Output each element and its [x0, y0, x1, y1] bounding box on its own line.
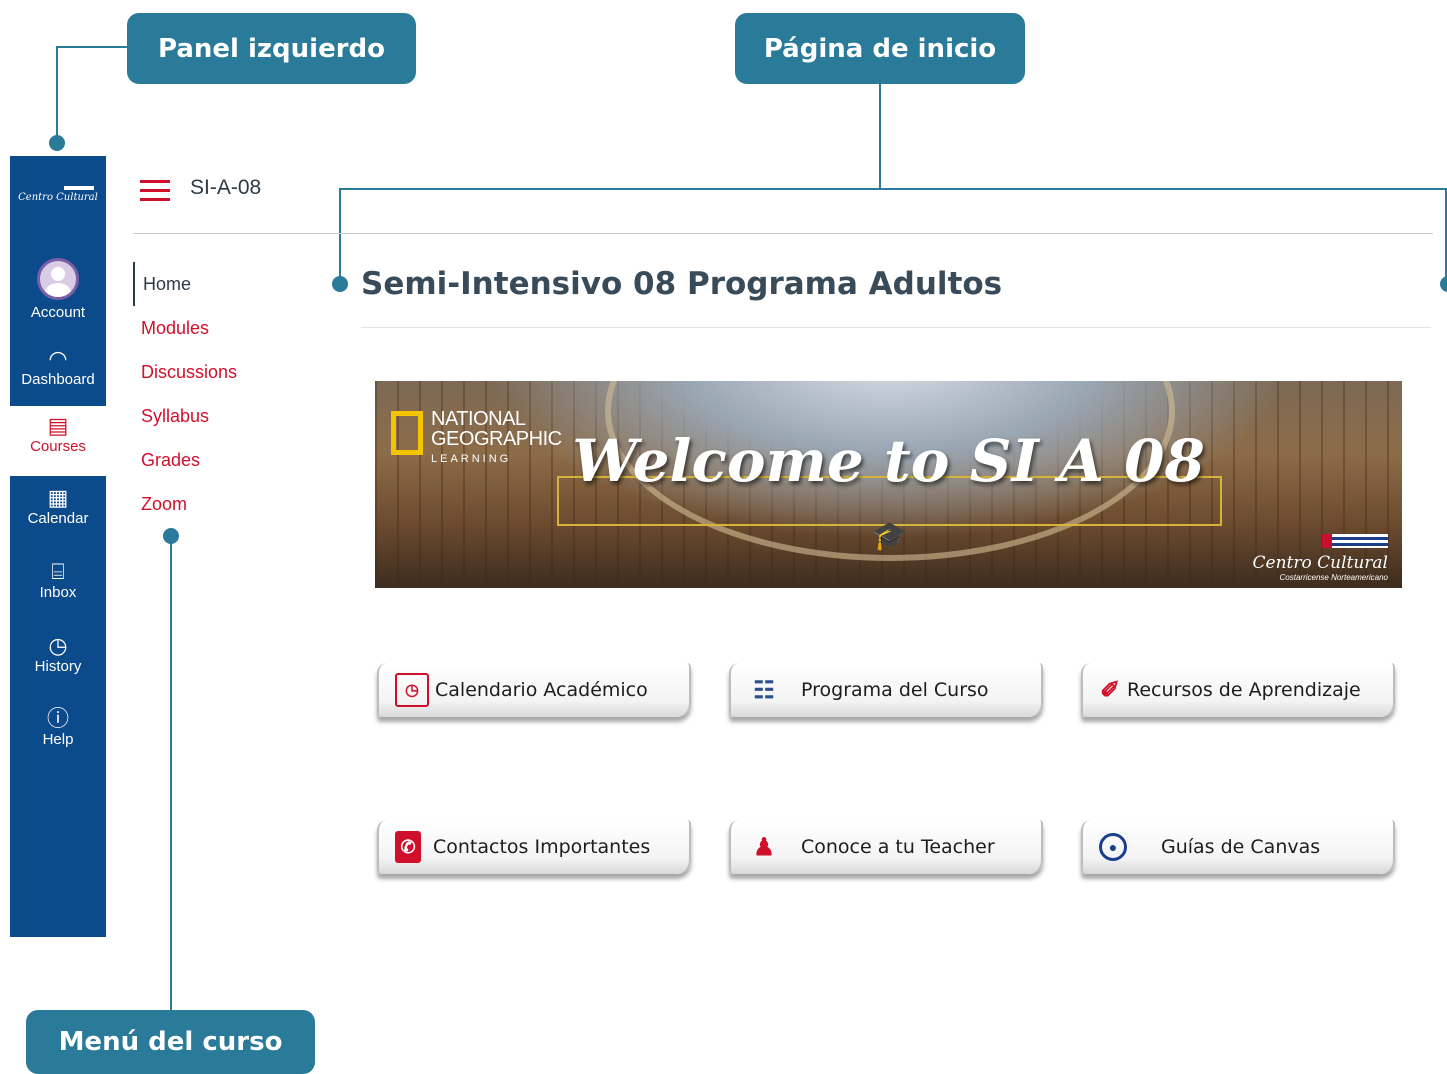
conoce-a-tu-teacher-button[interactable]: ♟ Conoce a tu Teacher	[729, 820, 1043, 874]
school-name: Centro Cultural	[1252, 553, 1389, 573]
button-label: Calendario Académico	[435, 679, 648, 701]
global-nav-label: Help	[42, 731, 74, 748]
callout-line	[879, 84, 881, 189]
callout-dot	[49, 135, 65, 151]
callout-left-panel: Panel izquierdo	[127, 13, 416, 84]
school-subtitle: Costarricense Norteamericano	[1279, 573, 1389, 582]
global-navigation: Centro Cultural Account ◠ Dashboard ▤ Co…	[10, 156, 106, 937]
natgeo-line1: NATIONAL	[431, 408, 526, 430]
school-logo[interactable]: Centro Cultural	[16, 186, 100, 212]
callout-course-menu: Menú del curso	[26, 1010, 315, 1074]
callout-line	[339, 188, 341, 280]
welcome-banner: NATIONAL GEOGRAPHIC LEARNING Welcome to …	[375, 381, 1402, 588]
phone-icon: ✆	[395, 831, 421, 863]
graduation-cap-icon: 🎓	[872, 520, 907, 551]
global-nav-label: Courses	[30, 438, 86, 455]
courses-icon: ▤	[47, 413, 69, 438]
dashboard-icon: ◠	[48, 346, 68, 371]
button-label: Contactos Importantes	[433, 836, 651, 858]
callout-line	[56, 46, 58, 142]
history-icon: ◷	[48, 633, 68, 658]
breadcrumb[interactable]: SI-A-08	[190, 176, 261, 200]
centro-cultural-logo: Centro Cultural Costarricense Norteameri…	[1252, 534, 1389, 582]
hamburger-menu-icon[interactable]	[140, 180, 170, 202]
teacher-icon: ♟	[753, 833, 775, 861]
calendario-academico-button[interactable]: ◷ Calendario Académico	[377, 663, 691, 717]
global-nav-calendar[interactable]: ▦ Calendar	[10, 485, 106, 528]
inbox-icon: ⌸	[51, 559, 65, 584]
button-label: Programa del Curso	[801, 679, 989, 701]
account-avatar	[37, 258, 79, 300]
logo-text: Centro Cultural	[18, 192, 98, 203]
welcome-text: Welcome to SI A 08	[572, 427, 1205, 495]
recursos-de-aprendizaje-button[interactable]: ✐ Recursos de Aprendizaje	[1081, 663, 1395, 717]
global-nav-dashboard[interactable]: ◠ Dashboard	[10, 347, 106, 405]
contactos-importantes-button[interactable]: ✆ Contactos Importantes	[377, 820, 691, 874]
global-nav-label: Dashboard	[21, 371, 95, 388]
global-nav-courses[interactable]: ▤ Courses	[10, 406, 106, 476]
flag-icon	[1322, 534, 1388, 548]
course-menu-syllabus[interactable]: Syllabus	[133, 394, 333, 438]
course-menu-discussions[interactable]: Discussions	[133, 350, 333, 394]
header-divider	[133, 233, 1433, 234]
button-label: Recursos de Aprendizaje	[1127, 679, 1361, 701]
page: Panel izquierdo Página de inicio Menú de…	[0, 0, 1447, 1074]
global-nav-help[interactable]: ⓘ Help	[10, 706, 106, 749]
callout-dot	[332, 276, 348, 292]
help-icon: ⓘ	[46, 706, 69, 731]
paperclip-icon: ✐	[1099, 676, 1121, 704]
button-label: Conoce a tu Teacher	[801, 836, 995, 858]
clipboard-icon: ☷	[753, 676, 775, 704]
search-guide-icon: ●	[1099, 833, 1127, 861]
title-divider	[361, 327, 1431, 328]
global-nav-label: Account	[30, 304, 86, 321]
course-menu-grades[interactable]: Grades	[133, 438, 333, 482]
global-nav-account[interactable]: Account	[10, 258, 106, 321]
callout-dot	[1440, 276, 1447, 292]
button-label: Guías de Canvas	[1161, 836, 1321, 858]
logo-bars	[64, 186, 94, 190]
global-nav-history[interactable]: ◷ History	[10, 633, 106, 676]
programa-del-curso-button[interactable]: ☷ Programa del Curso	[729, 663, 1043, 717]
callout-dot	[163, 528, 179, 544]
callout-line	[170, 536, 172, 1011]
callout-home-page: Página de inicio	[735, 13, 1025, 84]
global-nav-inbox[interactable]: ⌸ Inbox	[10, 559, 106, 602]
global-nav-label: Calendar	[27, 510, 89, 527]
guias-de-canvas-button[interactable]: ● Guías de Canvas	[1081, 820, 1395, 874]
calendar-icon: ▦	[47, 485, 69, 510]
course-menu: Home Modules Discussions Syllabus Grades…	[133, 262, 333, 526]
calendar-icon: ◷	[395, 673, 429, 707]
global-nav-label: History	[34, 658, 82, 675]
global-nav-label: Inbox	[39, 584, 77, 601]
page-title: Semi-Intensivo 08 Programa Adultos	[361, 266, 1003, 302]
callout-line	[339, 188, 1447, 190]
callout-line	[56, 46, 128, 48]
course-menu-modules[interactable]: Modules	[133, 306, 333, 350]
course-menu-home[interactable]: Home	[133, 262, 333, 306]
course-menu-zoom[interactable]: Zoom	[133, 482, 333, 526]
